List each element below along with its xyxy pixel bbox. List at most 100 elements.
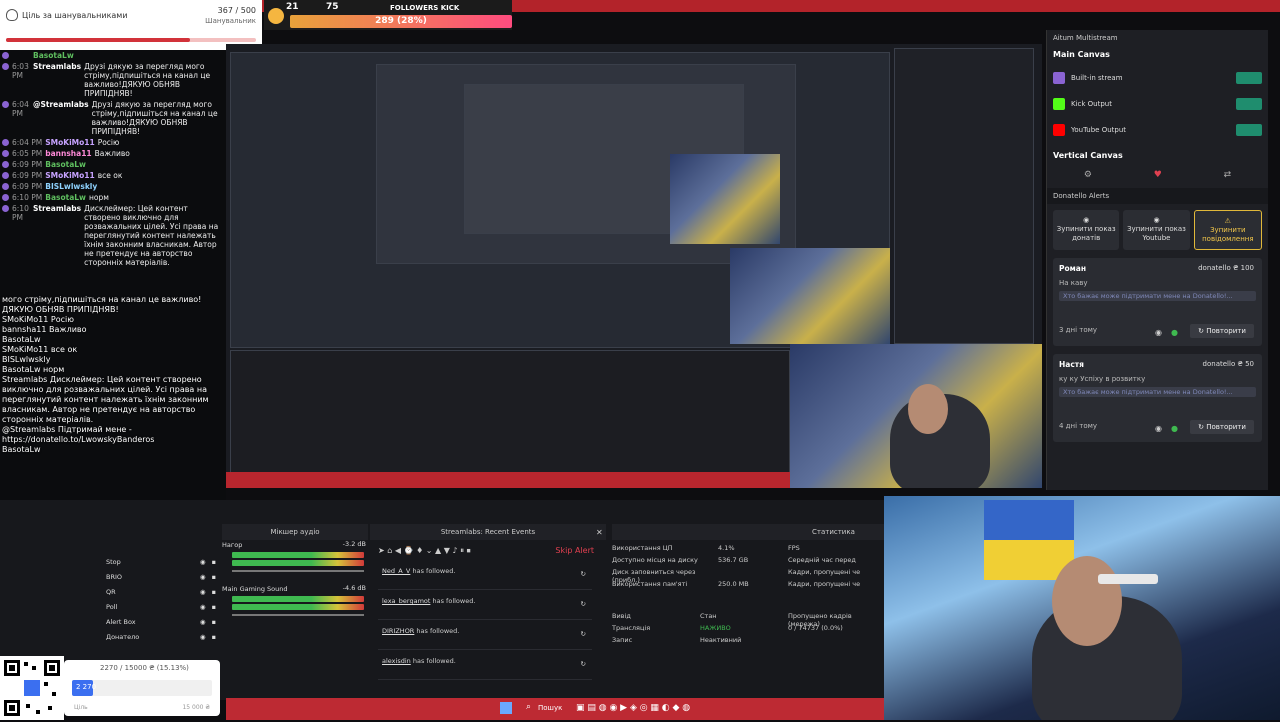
output-toggle[interactable] bbox=[1236, 124, 1262, 136]
events-close-icon[interactable]: ✕ bbox=[596, 528, 603, 537]
event-user[interactable]: lexa_bergamot bbox=[382, 597, 430, 605]
lock-icon[interactable]: ▪ bbox=[212, 618, 216, 626]
repeat-icon[interactable]: ↻ bbox=[581, 600, 586, 608]
overlay-line: могo стріму,підпишіться на канал це важл… bbox=[2, 295, 202, 304]
stop-messages-button[interactable]: ⚠ Зупинити повідомлення bbox=[1193, 210, 1262, 250]
source-item[interactable]: Poll ◉ ▪ bbox=[100, 599, 216, 614]
eye-icon[interactable]: ◉ bbox=[1155, 328, 1162, 337]
chat-user[interactable]: @Streamlabs bbox=[33, 100, 89, 136]
lock-icon[interactable]: ▪ bbox=[212, 573, 216, 581]
event-user[interactable]: Ned_A_V bbox=[382, 567, 410, 575]
lock-icon[interactable]: ▪ bbox=[212, 588, 216, 596]
chat-text: Дисклеймер: Цей контент створено виключн… bbox=[84, 204, 219, 267]
channel-name: Нагор bbox=[222, 541, 243, 549]
chat-user[interactable]: BasotaLw bbox=[45, 160, 86, 169]
chat-user[interactable]: Streamlabs bbox=[33, 204, 81, 267]
source-item[interactable]: QR ◉ ▪ bbox=[100, 584, 216, 599]
lock-icon[interactable]: ▪ bbox=[212, 558, 216, 566]
chat-user[interactable]: SMoKiMo11 bbox=[45, 138, 94, 147]
event-user[interactable]: alexisdin bbox=[382, 657, 411, 665]
follower-goal-widget: Ціль за шанувальниками 367 / 500 Шанувал… bbox=[0, 0, 262, 50]
kick-heart-icon bbox=[268, 8, 284, 24]
chat-time: 6:04 PM bbox=[12, 138, 43, 147]
volume-slider[interactable] bbox=[232, 614, 364, 616]
chat-user[interactable]: Streamlabs bbox=[33, 62, 81, 98]
stop-youtube-button[interactable]: ◉ Зупинити показ Youtube bbox=[1123, 210, 1190, 250]
badge-icon bbox=[2, 101, 9, 108]
chat-user[interactable]: BasotaLw bbox=[33, 51, 74, 60]
chat-message: 6:03 PM Streamlabs Друзі дякую за перегляд… bbox=[0, 61, 226, 99]
taskbar-apps-icon[interactable]: ▣ ▤ ◍ ◉ ▶ ◈ ◎ ▦ ◐ ◆ ◍ bbox=[576, 703, 690, 713]
badge-icon bbox=[2, 205, 9, 212]
chat-user[interactable]: BISLwlwskly bbox=[45, 182, 97, 191]
mixer-channel: Main Gaming Sound -4.6 dB bbox=[222, 584, 368, 628]
headphones bbox=[1098, 574, 1158, 584]
stat-key-2: Кадри, пропущені че bbox=[788, 580, 861, 588]
source-label: Stop bbox=[106, 557, 121, 566]
taskbar-search[interactable]: Пошук bbox=[538, 704, 562, 712]
replay-button[interactable]: ↻ Повторити bbox=[1190, 324, 1254, 338]
source-item[interactable]: BRIO ◉ ▪ bbox=[100, 569, 216, 584]
chat-user[interactable]: SMoKiMo11 bbox=[45, 171, 94, 180]
overlay-line: SMoKiMo11 Росію bbox=[2, 315, 74, 324]
output-table-heading: Пропущено кадрів (мережа) bbox=[788, 612, 852, 628]
check-icon[interactable]: ● bbox=[1171, 328, 1178, 337]
gear-icon[interactable]: ⚙ bbox=[1084, 170, 1092, 180]
eye-icon[interactable]: ◉ bbox=[200, 588, 206, 596]
followers-kick-widget: 21 75 FOLLOWERS KICK 289 (28%) bbox=[264, 0, 512, 30]
chat-message: 6:04 PM @Streamlabs Друзі дякую за перегля… bbox=[0, 99, 226, 137]
output-label: Built-in stream bbox=[1071, 74, 1123, 82]
overlay-line: ДЯКУЮ ОБНЯВ ПРИПІДНЯВ! bbox=[2, 305, 119, 314]
stat-key: Диск заповниться через (прибл.) bbox=[612, 568, 696, 584]
goal-title: Ціль за шанувальниками bbox=[22, 11, 128, 20]
source-item[interactable]: Alert Box ◉ ▪ bbox=[100, 614, 216, 629]
eye-icon[interactable]: ◉ bbox=[200, 633, 206, 641]
output-toggle[interactable] bbox=[1236, 98, 1262, 110]
chat-user[interactable]: bannsha11 bbox=[45, 149, 91, 158]
repeat-icon[interactable]: ↻ bbox=[581, 660, 586, 668]
repeat-icon[interactable]: ↻ bbox=[581, 570, 586, 578]
badge-icon bbox=[2, 194, 9, 201]
windows-start-icon[interactable] bbox=[500, 702, 512, 714]
send-icon[interactable]: ➤ ⌂ ◀ ⌚ ♦ ⌄ ▲ ▼ ♪ ⏸ ⏹ bbox=[378, 546, 471, 555]
output-table-cell: Неактивний bbox=[700, 636, 742, 644]
nested-panel bbox=[894, 48, 1034, 344]
lock-icon[interactable]: ▪ bbox=[212, 603, 216, 611]
skip-alert-button[interactable]: Skip Alert bbox=[555, 546, 594, 555]
badge-icon bbox=[2, 161, 9, 168]
chat-time: 6:05 PM bbox=[12, 149, 43, 158]
badge-icon bbox=[2, 183, 9, 190]
donation-max: 15 000 ₴ bbox=[182, 704, 210, 711]
eye-icon[interactable]: ◉ bbox=[200, 573, 206, 581]
search-icon[interactable]: ⌕ bbox=[526, 702, 531, 712]
check-icon[interactable]: ● bbox=[1171, 424, 1178, 433]
chat-user[interactable]: BasotaLw bbox=[45, 193, 86, 202]
radio-icon: ◉ bbox=[1083, 216, 1090, 224]
eye-icon[interactable]: ◉ bbox=[200, 618, 206, 626]
donation-ago: 4 дні тому bbox=[1059, 422, 1098, 430]
eye-icon[interactable]: ◉ bbox=[1155, 424, 1162, 433]
mixer-title: Мікшер аудіо bbox=[222, 524, 368, 540]
donation-link: Хто бажає може підтримати мене на Donate… bbox=[1059, 387, 1256, 397]
obs-preview[interactable] bbox=[226, 44, 1042, 488]
heart-icon[interactable]: ♥ bbox=[1154, 170, 1162, 180]
chat-message: 6:05 PM bannsha11 Важливо bbox=[0, 148, 226, 159]
nested-webcam-1 bbox=[730, 248, 890, 344]
replay-button[interactable]: ↻ Повторити bbox=[1190, 420, 1254, 434]
link-icon[interactable]: ⇄ bbox=[1224, 170, 1232, 180]
source-item[interactable]: Донатело ◉ ▪ bbox=[100, 629, 216, 644]
badge-icon bbox=[2, 52, 9, 59]
eye-icon[interactable]: ◉ bbox=[200, 558, 206, 566]
volume-slider[interactable] bbox=[232, 570, 364, 572]
preview-webcam bbox=[790, 344, 1042, 488]
repeat-icon[interactable]: ↻ bbox=[581, 630, 586, 638]
output-toggle[interactable] bbox=[1236, 72, 1262, 84]
eye-icon[interactable]: ◉ bbox=[200, 603, 206, 611]
channel-db: -4.6 dB bbox=[342, 584, 366, 592]
output-table-cell bbox=[788, 636, 876, 648]
stop-donations-button[interactable]: ◉ Зупинити показ донатів bbox=[1053, 210, 1120, 250]
lock-icon[interactable]: ▪ bbox=[212, 633, 216, 641]
volume-meter bbox=[232, 604, 364, 610]
source-item[interactable]: Stop ◉ ▪ bbox=[100, 554, 216, 569]
event-user[interactable]: DIRIZHOR bbox=[382, 627, 414, 635]
